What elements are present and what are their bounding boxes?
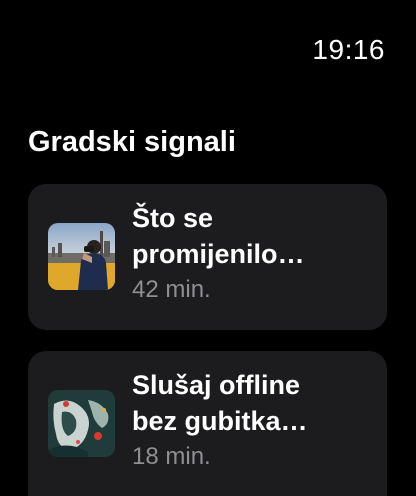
episode-title: Slušaj offline bez gubitka… [132, 370, 308, 436]
abstract-map-artwork-icon [48, 390, 115, 457]
section-title: Gradski signali [28, 126, 236, 158]
episode-duration: 18 min. [132, 443, 211, 470]
episode-title: Što se promijenilo… [132, 203, 305, 269]
city-photographer-artwork-icon [48, 223, 115, 290]
episode-duration: 42 min. [132, 276, 211, 303]
status-time: 19:16 [312, 34, 385, 65]
episode-card[interactable]: Slušaj offline bez gubitka… 18 min. [28, 351, 387, 496]
episode-card[interactable]: Što se promijenilo… 42 min. [28, 184, 387, 330]
